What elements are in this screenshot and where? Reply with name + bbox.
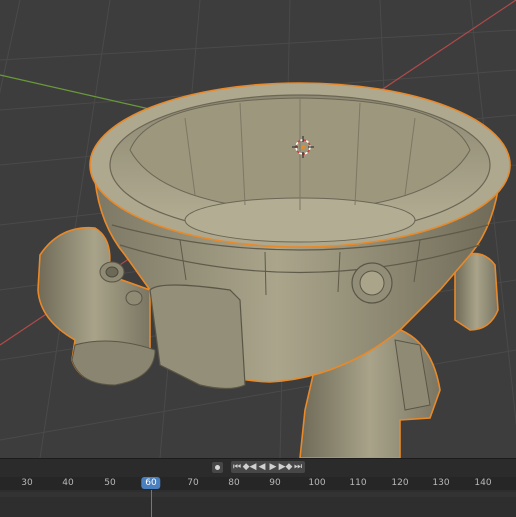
frame-label: 30 bbox=[21, 478, 33, 488]
robot-planter-model[interactable] bbox=[37, 82, 511, 458]
transport-buttons: ⏮ ◆◀ ◀ ▶ ▶◆ ⏭ bbox=[230, 461, 305, 473]
3d-viewport[interactable] bbox=[0, 0, 516, 458]
frame-label: 120 bbox=[391, 478, 409, 488]
play-button[interactable]: ▶ bbox=[268, 461, 279, 473]
frame-label: 80 bbox=[228, 478, 240, 488]
front-panel bbox=[149, 284, 246, 390]
playback-controls: ⏮ ◆◀ ◀ ▶ ▶◆ ⏭ bbox=[0, 459, 516, 475]
jump-to-start-button[interactable]: ⏮ bbox=[232, 461, 243, 473]
viewport-canvas[interactable] bbox=[0, 0, 516, 458]
play-reverse-button[interactable]: ◀ bbox=[257, 461, 268, 473]
summary-row bbox=[0, 492, 516, 497]
frame-label: 100 bbox=[308, 478, 326, 488]
previous-keyframe-button[interactable]: ◆◀ bbox=[243, 461, 257, 473]
next-keyframe-button[interactable]: ▶◆ bbox=[279, 461, 293, 473]
frame-label: 70 bbox=[187, 478, 199, 488]
playhead-line[interactable] bbox=[151, 490, 152, 517]
frame-label: 140 bbox=[474, 478, 492, 488]
frame-label: 110 bbox=[349, 478, 367, 488]
record-icon bbox=[214, 464, 220, 470]
frame-label: 50 bbox=[104, 478, 116, 488]
frame-label: 130 bbox=[432, 478, 450, 488]
record-keyframe-button[interactable] bbox=[211, 461, 223, 473]
jump-to-end-button[interactable]: ⏭ bbox=[293, 461, 304, 473]
timeline-editor[interactable]: ⏮ ◆◀ ◀ ▶ ▶◆ ⏭ 30 40 50 60 70 80 90 100 1… bbox=[0, 458, 516, 517]
current-frame-indicator[interactable]: 60 bbox=[141, 477, 161, 489]
keyframe-track[interactable] bbox=[0, 490, 516, 517]
frame-ruler[interactable]: 30 40 50 60 70 80 90 100 110 120 130 140 bbox=[0, 477, 516, 490]
frame-label: 40 bbox=[62, 478, 74, 488]
frame-label: 90 bbox=[269, 478, 281, 488]
